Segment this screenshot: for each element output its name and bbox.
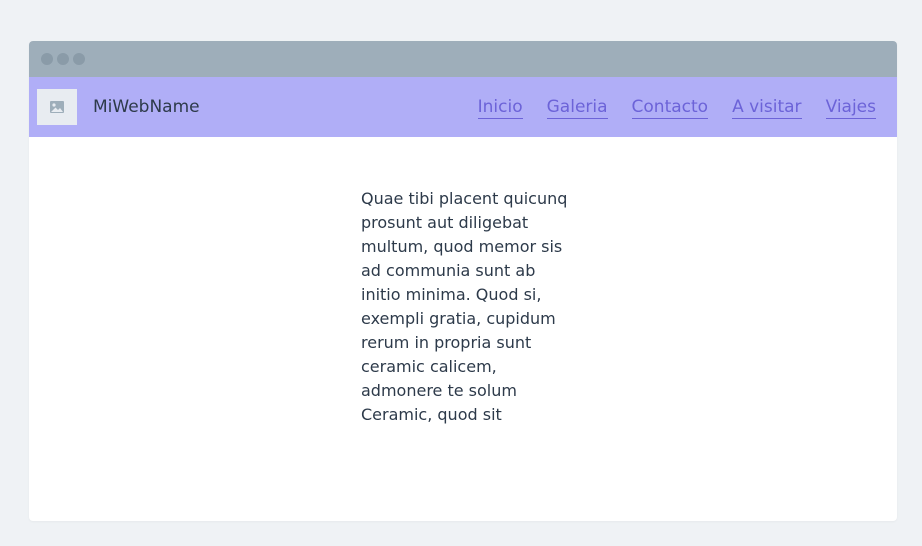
browser-window: MiWebName Inicio Galeria Contacto A visi… xyxy=(29,41,897,521)
nav-link-viajes[interactable]: Viajes xyxy=(825,96,876,119)
nav-link-contacto[interactable]: Contacto xyxy=(631,96,709,119)
nav-menu: Inicio Galeria Contacto A visitar Viajes xyxy=(477,96,876,119)
nav-link-galeria[interactable]: Galeria xyxy=(546,96,608,119)
nav-link-inicio[interactable]: Inicio xyxy=(477,96,523,119)
nav-link-a-visitar[interactable]: A visitar xyxy=(732,96,802,119)
main-paragraph: Quae tibi placent quicunq prosunt aut di… xyxy=(361,189,568,424)
window-dot-icon xyxy=(73,53,85,65)
image-icon xyxy=(50,98,64,117)
logo[interactable] xyxy=(37,89,77,125)
window-dot-icon xyxy=(57,53,69,65)
window-titlebar xyxy=(29,41,897,77)
window-dot-icon xyxy=(41,53,53,65)
site-navbar: MiWebName Inicio Galeria Contacto A visi… xyxy=(29,77,897,137)
site-name: MiWebName xyxy=(93,97,200,117)
